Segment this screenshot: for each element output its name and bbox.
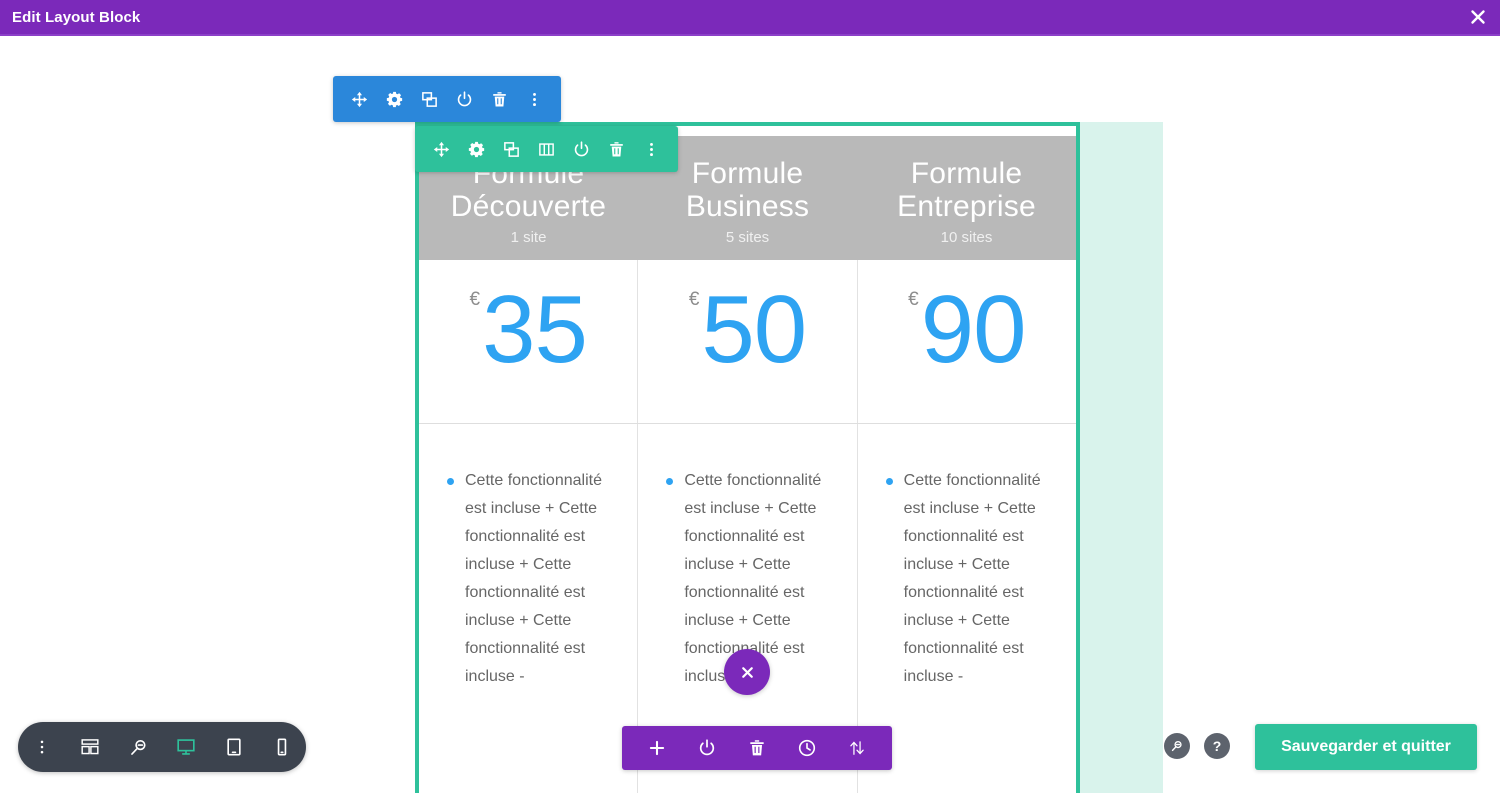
- feature-list: Cette fonctionnalité est incluse + Cette…: [884, 467, 1050, 691]
- plus-icon[interactable]: [632, 726, 682, 770]
- close-icon[interactable]: [1456, 0, 1500, 34]
- tier-subtitle: 5 sites: [725, 229, 770, 246]
- price-cell-tier-2: € 50: [638, 260, 858, 423]
- editor-titlebar: Edit Layout Block: [0, 0, 1500, 34]
- tier-title: Formule Entreprise: [897, 157, 1036, 223]
- move-icon[interactable]: [424, 126, 459, 172]
- gear-icon[interactable]: [459, 126, 494, 172]
- feature-list: Cette fonctionnalité est incluse + Cette…: [445, 467, 611, 691]
- currency-symbol: €: [469, 289, 481, 310]
- tablet-icon[interactable]: [210, 722, 258, 772]
- desktop-icon[interactable]: [162, 722, 210, 772]
- history-icon[interactable]: [782, 726, 832, 770]
- more-vertical-icon[interactable]: [634, 126, 669, 172]
- save-and-exit-button[interactable]: Sauvegarder et quitter: [1255, 724, 1477, 770]
- pricing-header-tier-3: Formule Entreprise 10 sites: [857, 136, 1076, 260]
- row-toolbar[interactable]: [333, 76, 561, 122]
- sort-icon[interactable]: [832, 726, 882, 770]
- module-toolbar[interactable]: [622, 726, 892, 770]
- power-icon[interactable]: [564, 126, 599, 172]
- columns-icon[interactable]: [529, 126, 564, 172]
- more-vertical-icon[interactable]: [18, 722, 66, 772]
- power-icon[interactable]: [682, 726, 732, 770]
- features-cell-tier-1: Cette fonctionnalité est incluse + Cette…: [419, 424, 639, 793]
- titlebar-underline: [0, 34, 1500, 36]
- move-icon[interactable]: [342, 76, 377, 122]
- pricing-price-row: € 35 € 50 € 90: [419, 260, 1076, 424]
- help-icon[interactable]: ?: [1204, 733, 1230, 759]
- page-title: Edit Layout Block: [12, 8, 141, 26]
- gear-icon[interactable]: [377, 76, 412, 122]
- price-amount: 90: [920, 276, 1027, 383]
- section-toolbar[interactable]: [415, 126, 678, 172]
- more-vertical-icon[interactable]: [517, 76, 552, 122]
- tier-subtitle: 1 site: [510, 229, 547, 246]
- help-glyph: ?: [1212, 738, 1222, 754]
- duplicate-icon[interactable]: [494, 126, 529, 172]
- price-amount: 35: [482, 276, 588, 383]
- currency-symbol: €: [688, 289, 700, 310]
- list-item: Cette fonctionnalité est incluse + Cette…: [445, 467, 611, 691]
- editor-root: Edit Layout Block Formule Découverte 1 s…: [0, 0, 1500, 793]
- tier-subtitle: 10 sites: [940, 229, 993, 246]
- price-cell-tier-1: € 35: [419, 260, 639, 423]
- zoom-out-icon[interactable]: [114, 722, 162, 772]
- power-icon[interactable]: [447, 76, 482, 122]
- list-item: Cette fonctionnalité est incluse + Cette…: [884, 467, 1050, 691]
- duplicate-icon[interactable]: [412, 76, 447, 122]
- zoom-out-icon[interactable]: [1164, 733, 1190, 759]
- price-cell-tier-3: € 90: [858, 260, 1076, 423]
- viewport-toolbar[interactable]: [18, 722, 306, 772]
- trash-icon[interactable]: [732, 726, 782, 770]
- module-close-icon[interactable]: [724, 649, 770, 695]
- phone-icon[interactable]: [258, 722, 306, 772]
- trash-icon[interactable]: [482, 76, 517, 122]
- price-amount: 50: [701, 276, 807, 383]
- wireframe-icon[interactable]: [66, 722, 114, 772]
- trash-icon[interactable]: [599, 126, 634, 172]
- currency-symbol: €: [908, 289, 919, 310]
